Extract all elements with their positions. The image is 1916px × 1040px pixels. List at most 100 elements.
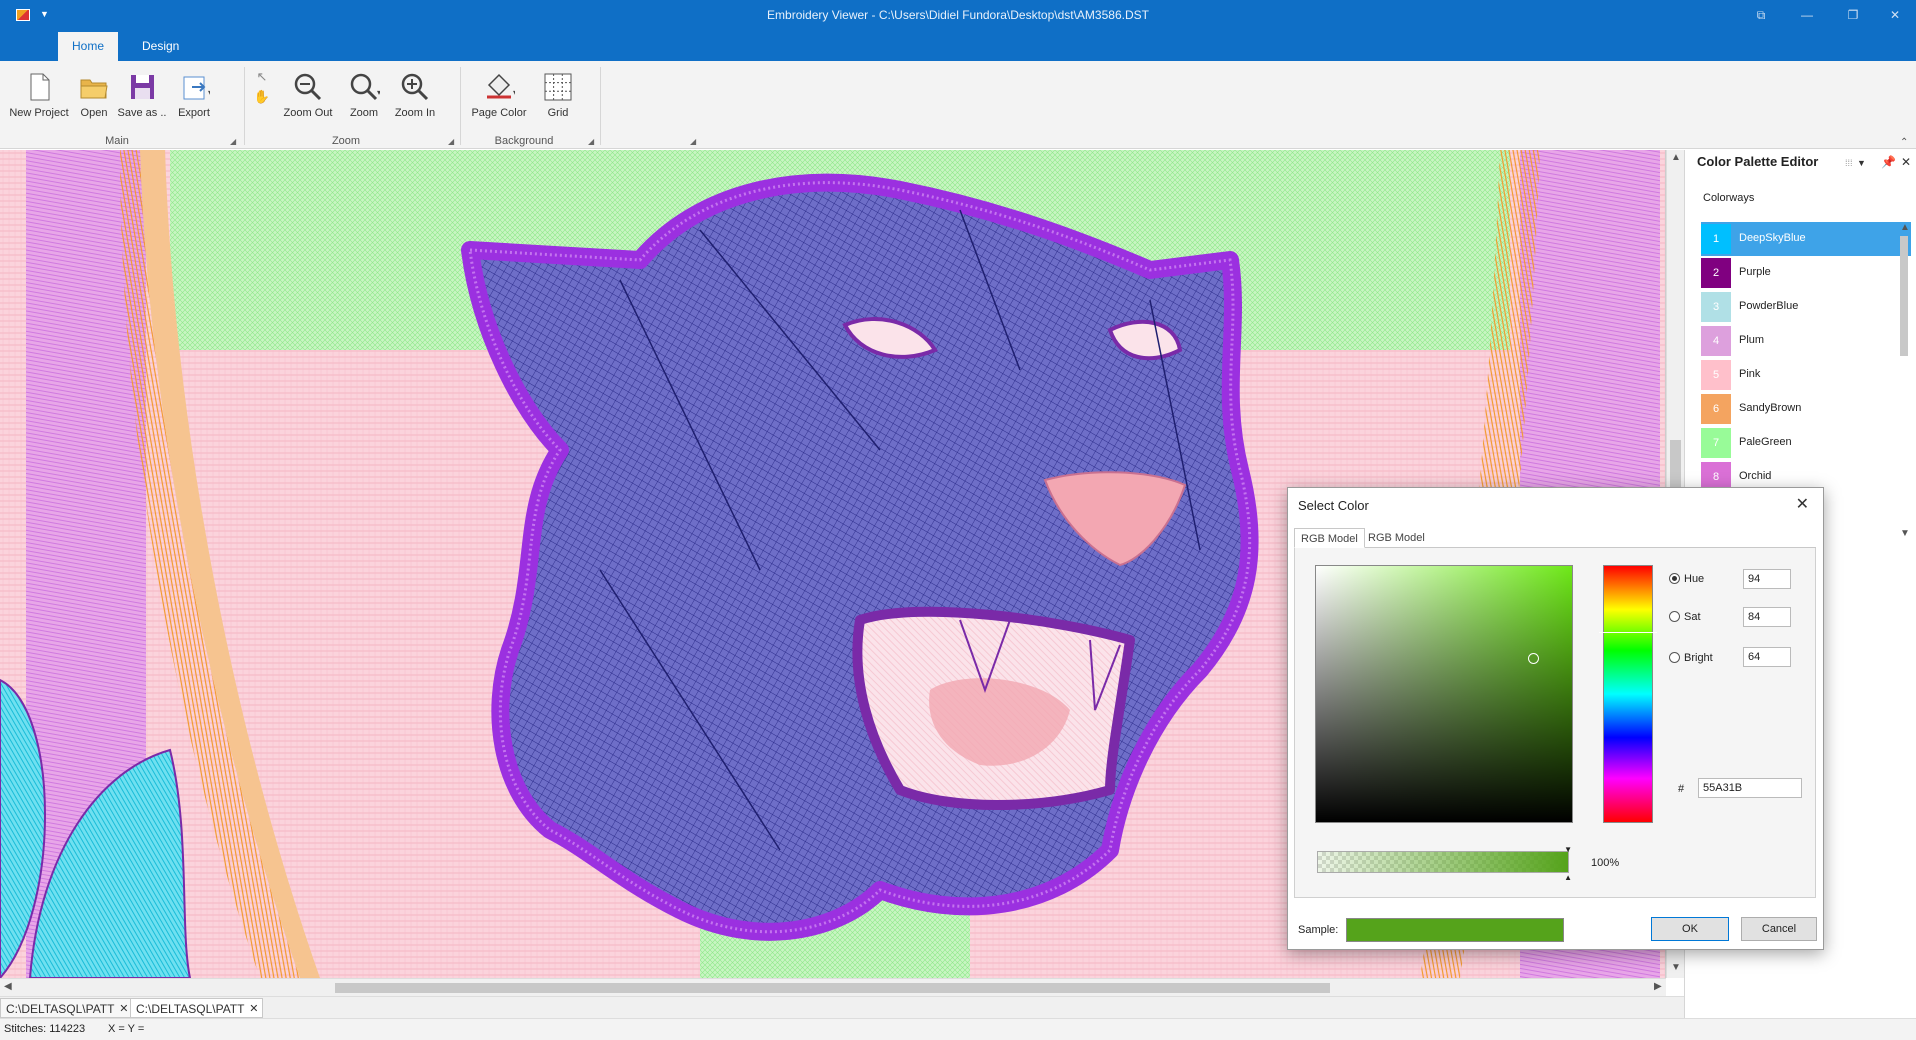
colorway-item[interactable]: 1 DeepSkyBlue [1701,222,1911,256]
close-button[interactable]: ✕ [1872,4,1916,26]
page-color-label: Page Color [471,107,527,119]
color-model-body: Hue 94 Sat 84 Bright 64 # 55A31B ▼ ▲ 100… [1294,548,1816,898]
colorways-list[interactable]: 1 DeepSkyBlue 2 Purple 3 PowderBlue 4 Plum 5 Pink… [1701,222,1911,492]
colorway-swatch: 1 [1701,224,1731,254]
hue-slider-marker[interactable] [1599,632,1657,633]
radio-icon[interactable] [1669,611,1680,622]
page-color-button[interactable]: ▾ Page Color [466,71,532,119]
hue-slider[interactable] [1603,565,1653,823]
colorway-swatch: 3 [1701,292,1731,322]
colorway-name: SandyBrown [1739,402,1802,414]
zoom-out-button[interactable]: Zoom Out [280,71,336,119]
colorway-item[interactable]: 5 Pink [1701,358,1911,392]
zoom-button[interactable]: ▾ Zoom [342,71,386,119]
opacity-slider-handle-bottom[interactable]: ▲ [1564,873,1572,882]
scroll-right-icon[interactable]: ▶ [1654,981,1662,992]
save-as-button[interactable]: Save as .. [116,71,168,119]
new-file-icon [23,71,55,103]
document-tab[interactable]: C:\DELTASQL\PATT ✕ [0,998,134,1019]
panel-title: Color Palette Editor [1697,154,1819,169]
ribbon: New Project Open Save as .. ▾ Export Mai… [0,61,1916,149]
ribbon-launcher-icon[interactable]: ◢ [690,137,696,146]
tab-home[interactable]: Home [58,32,119,61]
scroll-up-icon[interactable]: ▲ [1900,222,1910,233]
colorways-label: Colorways [1703,192,1755,204]
scroll-down-icon[interactable]: ▼ [1671,962,1681,973]
colorway-name: Plum [1739,334,1765,346]
panel-close-icon[interactable]: ✕ [1901,155,1911,169]
svg-text:▾: ▾ [377,88,380,97]
cancel-button[interactable]: Cancel [1741,917,1817,941]
hex-input[interactable]: 55A31B [1698,778,1802,798]
hand-icon[interactable]: ✋ [252,89,272,105]
ok-button[interactable]: OK [1651,917,1729,941]
select-tool-button[interactable]: ↖ ✋ [252,69,272,105]
close-tab-icon[interactable]: ✕ [119,999,128,1019]
sv-picker-marker[interactable] [1528,653,1539,664]
colorway-item[interactable]: 7 PaleGreen [1701,426,1911,460]
group-label-background: Background [494,135,554,147]
colorway-item[interactable]: 3 PowderBlue [1701,290,1911,324]
new-project-button[interactable]: New Project [6,71,72,119]
scroll-down-icon[interactable]: ▼ [1900,528,1910,539]
export-label: Export [178,107,210,119]
sat-input[interactable]: 84 [1743,607,1791,627]
bright-radio[interactable]: Bright [1669,652,1713,664]
background-group-launcher-icon[interactable]: ◢ [588,137,594,146]
tab-design[interactable]: Design [128,32,193,61]
radio-icon[interactable] [1669,573,1680,584]
colorway-name: DeepSkyBlue [1739,232,1806,244]
sample-color-swatch [1346,918,1564,942]
zoom-group-launcher-icon[interactable]: ◢ [448,137,454,146]
panel-menu-icon[interactable]: ▼ [1857,158,1866,168]
colorway-item[interactable]: 4 Plum [1701,324,1911,358]
group-separator [460,67,461,145]
grid-label: Grid [547,107,569,119]
colorway-item[interactable]: 6 SandyBrown [1701,392,1911,426]
zoom-in-button[interactable]: Zoom In [390,71,440,119]
tab-rgb-model-2[interactable]: RGB Model [1362,528,1431,548]
opacity-slider-handle-top[interactable]: ▼ [1564,845,1572,854]
opacity-slider[interactable]: ▼ ▲ [1317,845,1572,882]
minimize-button[interactable]: — [1784,4,1830,26]
export-button[interactable]: ▾ Export [172,71,216,119]
dialog-tabs: RGB Model RGB Model [1294,528,1816,548]
dialog-close-icon[interactable]: ✕ [1796,494,1809,514]
maximize-button[interactable]: ❐ [1830,4,1876,26]
hue-input[interactable]: 94 [1743,569,1791,589]
document-tab-active[interactable]: C:\DELTASQL\PATT ✕ [130,998,264,1019]
canvas-horizontal-scrollbar[interactable]: ◀ ▶ [0,978,1666,996]
tab-rgb-model-1[interactable]: RGB Model [1294,528,1365,548]
colorways-scroll-thumb[interactable] [1900,236,1908,356]
document-tab-label: C:\DELTASQL\PATT [6,1002,115,1016]
saturation-brightness-picker[interactable] [1315,565,1573,823]
horizontal-scroll-thumb[interactable] [335,983,1330,993]
scroll-left-icon[interactable]: ◀ [4,981,12,992]
close-tab-icon[interactable]: ✕ [249,999,258,1019]
colorway-name: PowderBlue [1739,300,1799,312]
zoom-icon: ▾ [348,71,381,103]
scroll-up-icon[interactable]: ▲ [1671,152,1681,163]
restore-layout-icon[interactable]: ⧉ [1738,4,1784,26]
colorways-scrollbar[interactable]: ▲ ▼ [1897,222,1911,542]
save-icon [126,71,158,103]
open-button[interactable]: Open [76,71,112,119]
grid-button[interactable]: Grid [540,71,576,119]
dialog-title: Select Color [1298,498,1369,513]
title-bar: ▼ Embroidery Viewer - C:\Users\Didiel Fu… [0,0,1916,30]
folder-icon [78,71,110,103]
radio-icon[interactable] [1669,652,1680,663]
zoom-out-label: Zoom Out [283,107,333,119]
panel-grip-icon[interactable]: ⁞⁞⁞ [1845,158,1853,168]
sat-radio[interactable]: Sat [1669,611,1701,623]
colorway-item[interactable]: 2 Purple [1701,256,1911,290]
colorway-swatch: 4 [1701,326,1731,356]
main-group-launcher-icon[interactable]: ◢ [230,137,236,146]
zoom-in-icon [399,71,431,103]
hue-radio[interactable]: Hue [1669,573,1704,585]
pin-icon[interactable]: 📌 [1881,155,1896,169]
collapse-ribbon-icon[interactable]: ⌃ [1900,137,1908,148]
document-tab-label: C:\DELTASQL\PATT [136,1002,245,1016]
bright-input[interactable]: 64 [1743,647,1791,667]
pointer-icon: ↖ [256,69,268,84]
